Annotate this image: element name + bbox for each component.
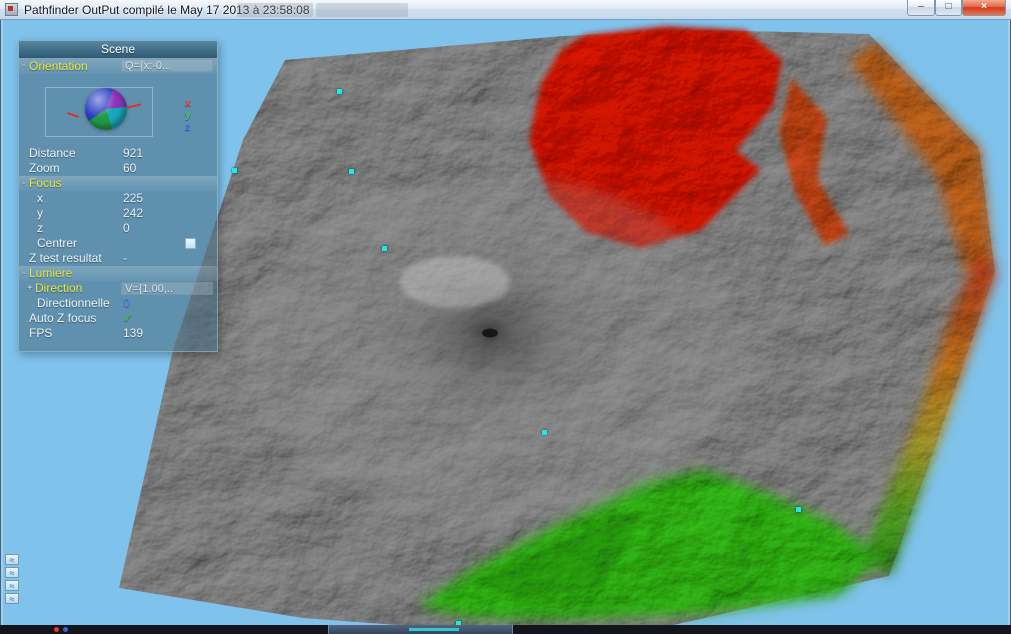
terrain-marker[interactable] (337, 89, 342, 94)
zoom-value-field[interactable]: 60 (123, 161, 136, 176)
row-focus-x: x 225 (37, 191, 144, 206)
fps-value: 139 (123, 326, 144, 340)
terrain-marker[interactable] (542, 430, 547, 435)
directionnelle-field[interactable]: 0 (123, 296, 130, 311)
collapse-toggle-icon[interactable]: - (22, 176, 25, 191)
terrain-marker[interactable] (796, 507, 801, 512)
trackball-sphere[interactable] (85, 88, 127, 130)
row-direction[interactable]: + Direction V={1.00,.. (19, 281, 217, 296)
collapse-toggle-icon[interactable]: - (22, 58, 25, 74)
z-test-value: - (123, 251, 127, 265)
terrain-marker[interactable] (232, 168, 237, 173)
orientation-trackball[interactable]: x y z (19, 74, 217, 146)
row-focus-y: y 242 (37, 206, 144, 221)
background-window-fragment (237, 3, 313, 17)
expand-toggle-icon[interactable]: + (27, 281, 33, 296)
scene-panel-title[interactable]: Scene (19, 41, 217, 58)
focus-x-field[interactable]: 225 (123, 191, 143, 206)
focus-z-field[interactable]: 0 (123, 221, 130, 236)
row-auto-z-focus: Auto Z focus ✓ (29, 311, 134, 326)
axis-label-x: x (185, 98, 191, 109)
centrer-checkbox[interactable] (185, 238, 196, 249)
application-window: Pathfinder OutPut compilé le May 17 2013… (0, 0, 1011, 634)
terrain-marker[interactable] (382, 246, 387, 251)
row-directionnelle: Directionnelle 0 (37, 296, 130, 311)
distance-value-field[interactable]: 921 (123, 146, 143, 161)
direction-value-field[interactable]: V={1.00,.. (121, 282, 213, 295)
taskbar-dot-icon (54, 627, 59, 632)
volcano-crater (482, 328, 498, 338)
close-button[interactable]: × (962, 0, 1006, 16)
orientation-label: Orientation (29, 59, 88, 73)
lumiere-section[interactable]: - Lumiere (19, 266, 217, 281)
window-controls: – □ × (907, 0, 1006, 16)
view-tool-button[interactable]: ≈ (5, 593, 19, 604)
row-z-test: Z test resultat - (29, 251, 127, 265)
view-tool-button[interactable]: ≈ (5, 580, 19, 591)
taskbar[interactable] (0, 625, 1011, 634)
row-distance: Distance 921 (29, 146, 144, 161)
view-tool-button[interactable]: ≈ (5, 567, 19, 578)
app-icon (5, 3, 18, 16)
minimize-button[interactable]: – (907, 0, 935, 16)
axis-label-z: z (185, 122, 190, 133)
auto-z-focus-check-icon[interactable]: ✓ (123, 311, 133, 326)
collapse-toggle-icon[interactable]: - (22, 266, 25, 281)
terrain-marker[interactable] (349, 169, 354, 174)
orientation-section[interactable]: - Orientation Q={x:-0... (19, 58, 217, 74)
3d-viewport[interactable]: Scene - Orientation Q={x:-0... x y z Dis… (3, 20, 1008, 625)
focus-y-field[interactable]: 242 (123, 206, 143, 221)
window-titlebar[interactable]: Pathfinder OutPut compilé le May 17 2013… (0, 0, 1011, 20)
row-fps: FPS 139 (29, 326, 144, 340)
row-centrer: Centrer (19, 236, 217, 251)
axis-label-y: y (185, 110, 191, 121)
background-window-fragment (316, 3, 408, 17)
view-tools: ≈ ≈ ≈ ≈ (5, 554, 19, 604)
focus-section[interactable]: - Focus (19, 176, 217, 191)
taskbar-item-highlight (409, 628, 459, 631)
taskbar-item[interactable] (328, 625, 513, 634)
view-tool-button[interactable]: ≈ (5, 554, 19, 565)
orientation-value-field[interactable]: Q={x:-0... (121, 59, 213, 72)
snow-highlight (400, 256, 510, 308)
scene-panel: Scene - Orientation Q={x:-0... x y z Dis… (18, 40, 218, 352)
row-focus-z: z 0 (37, 221, 130, 236)
maximize-button[interactable]: □ (935, 0, 962, 16)
row-zoom: Zoom 60 (29, 161, 137, 176)
taskbar-dot-icon (63, 627, 68, 632)
